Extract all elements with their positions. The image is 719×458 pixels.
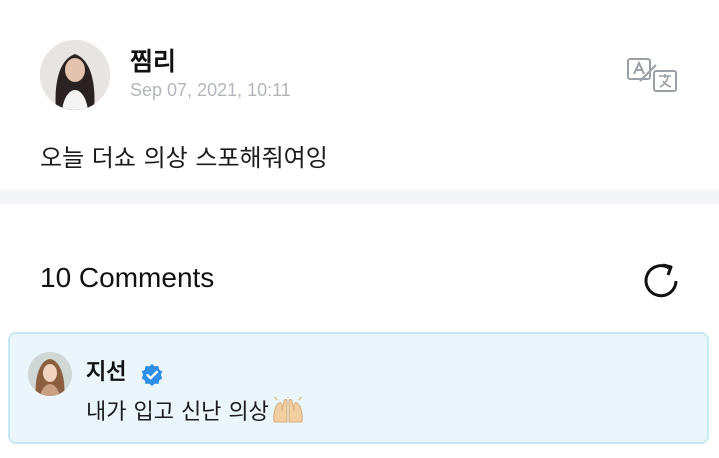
post: 찜리 Sep 07, 2021, 10:11 오늘 더쇼 의상 스포해줘여잉 [0, 0, 719, 190]
comments-count-header: 10 Comments [40, 262, 215, 293]
commenter-name[interactable]: 지선 [86, 354, 126, 386]
refresh-comments-button[interactable] [638, 258, 684, 304]
comment-item[interactable]: 지선 내가 입고 신난 의상 [8, 332, 709, 444]
post-timestamp: Sep 07, 2021, 10:11 [130, 80, 291, 100]
translate-icon [627, 58, 677, 92]
refresh-icon [644, 263, 678, 298]
raising-hands-emoji-icon [273, 397, 303, 423]
comment-text: 내가 입고 신난 의상 [86, 394, 305, 426]
commenter-avatar[interactable] [28, 352, 72, 396]
translate-button[interactable] [626, 57, 678, 93]
verified-badge-icon [141, 364, 163, 386]
author-avatar[interactable] [40, 40, 110, 110]
section-divider [0, 190, 719, 204]
comment-body: 내가 입고 신난 의상 [86, 400, 269, 425]
post-author-name[interactable]: 찜리 [130, 42, 176, 78]
post-body-text: 오늘 더쇼 의상 스포해줘여잉 [40, 144, 328, 172]
